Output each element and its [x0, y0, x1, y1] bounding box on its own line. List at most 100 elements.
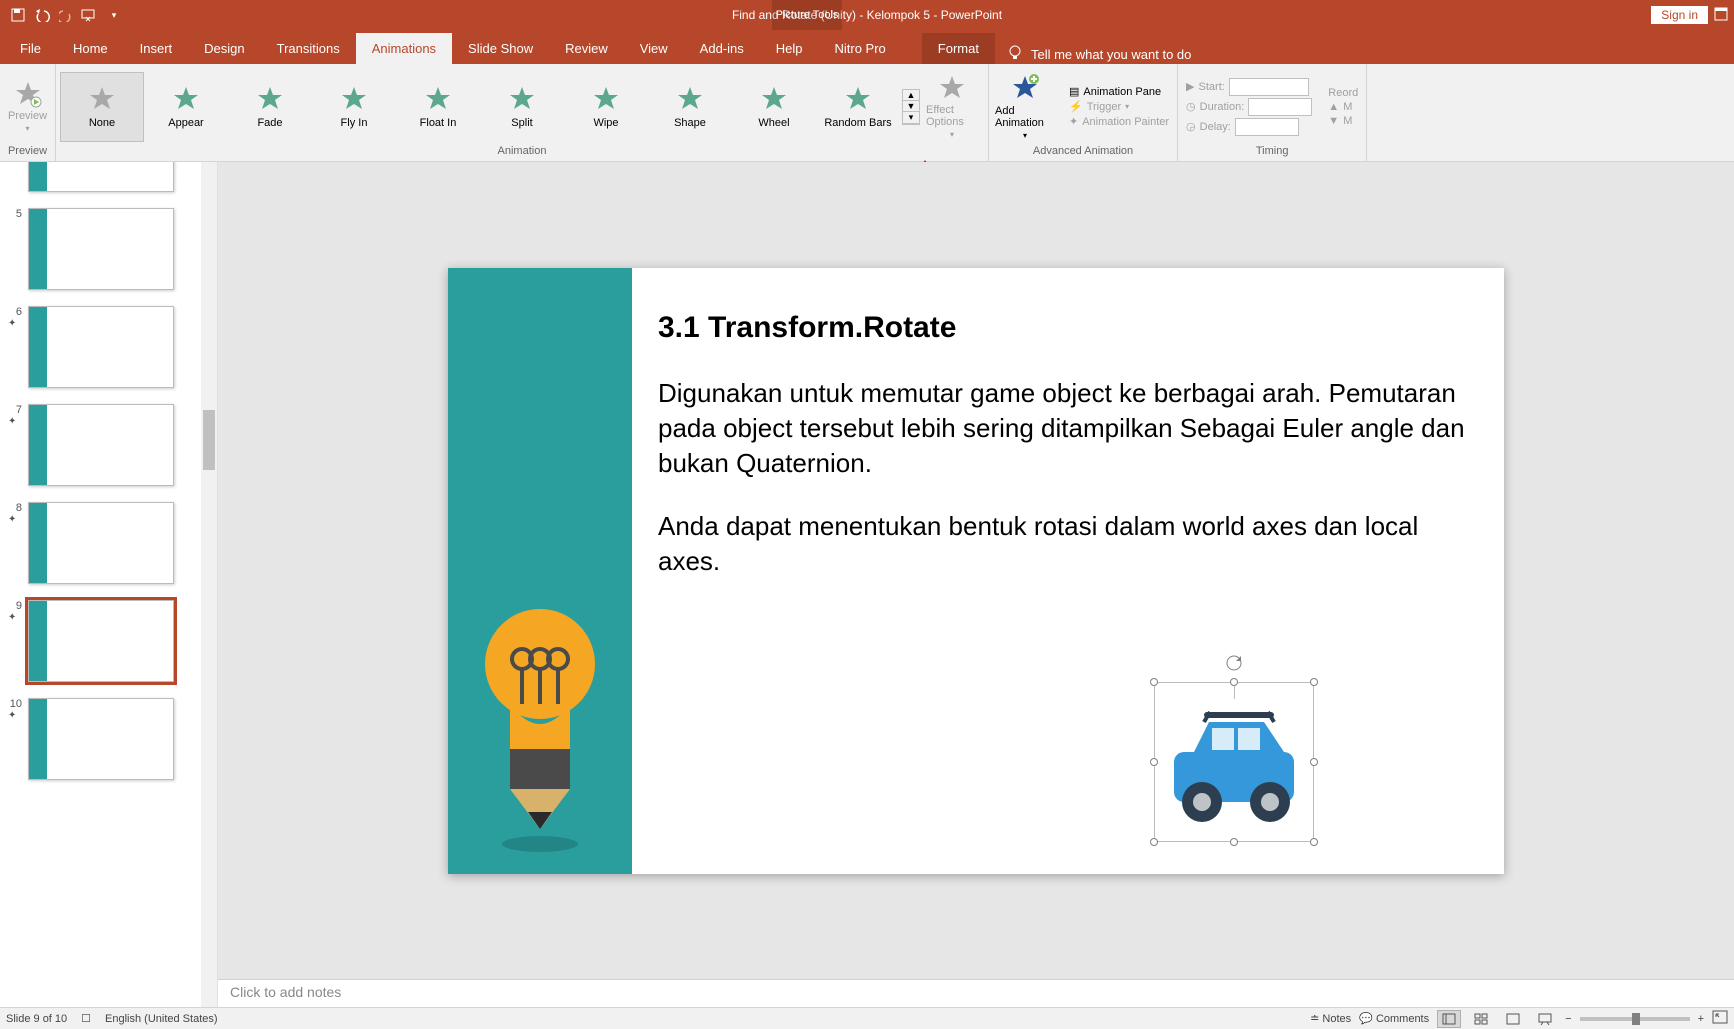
fit-to-window-button[interactable]: [1712, 1010, 1728, 1027]
slide-paragraph-2: Anda dapat menentukan bentuk rotasi dala…: [658, 509, 1484, 579]
tab-nitropro[interactable]: Nitro Pro: [819, 33, 902, 64]
start-play-icon: ▶: [1186, 80, 1194, 93]
tab-file[interactable]: File: [4, 33, 57, 64]
timing-duration-label: Duration:: [1200, 101, 1245, 113]
slide-heading: 3.1 Transform.Rotate: [658, 308, 1484, 349]
preview-group-label: Preview: [0, 145, 55, 159]
selected-car-image[interactable]: [1154, 682, 1314, 842]
animation-pane-button[interactable]: ▤ Animation Pane: [1069, 85, 1169, 98]
slide-paragraph-1: Digunakan untuk memutar game object ke b…: [658, 376, 1484, 481]
lightbulb-pencil-icon: [480, 594, 600, 854]
tab-slideshow[interactable]: Slide Show: [452, 33, 549, 64]
delay-clock-icon: ◶: [1186, 120, 1196, 133]
slide-editor: 3.1 Transform.Rotate Digunakan untuk mem…: [218, 162, 1734, 1007]
resize-handle[interactable]: [1310, 678, 1318, 686]
ribbon: Preview ▾ Preview None Appear Fade: [0, 64, 1734, 162]
resize-handle[interactable]: [1230, 678, 1238, 686]
qat-more-icon[interactable]: ▾: [104, 5, 124, 25]
animation-appear[interactable]: Appear: [144, 72, 228, 142]
painter-icon: ✦: [1069, 115, 1078, 128]
tab-transitions[interactable]: Transitions: [261, 33, 356, 64]
ribbon-tabs: File Home Insert Design Transitions Anim…: [0, 30, 1734, 64]
animation-wheel[interactable]: Wheel: [732, 72, 816, 142]
animation-flyin[interactable]: Fly In: [312, 72, 396, 142]
slide-thumbnails: 5 6✦ 7✦ 8✦ 9✦ 10✦: [0, 162, 218, 1007]
thumbnail-10[interactable]: 10✦: [0, 694, 217, 784]
resize-handle[interactable]: [1310, 838, 1318, 846]
tab-view[interactable]: View: [624, 33, 684, 64]
tell-me-label: Tell me what you want to do: [1031, 47, 1191, 62]
save-icon[interactable]: [8, 5, 28, 25]
tab-review[interactable]: Review: [549, 33, 624, 64]
animation-shape[interactable]: Shape: [648, 72, 732, 142]
tab-format[interactable]: Format: [922, 33, 995, 64]
slide-teal-panel: [448, 268, 632, 874]
slide-canvas[interactable]: 3.1 Transform.Rotate Digunakan untuk mem…: [448, 268, 1504, 874]
start-from-beginning-icon[interactable]: [80, 5, 100, 25]
undo-icon[interactable]: [32, 5, 52, 25]
resize-handle[interactable]: [1150, 838, 1158, 846]
tab-addins[interactable]: Add-ins: [684, 33, 760, 64]
comments-button[interactable]: 💬 Comments: [1359, 1012, 1429, 1025]
thumbnail-7[interactable]: 7✦: [0, 400, 217, 490]
move-down-icon: ▼: [1328, 115, 1339, 127]
resize-handle[interactable]: [1310, 758, 1318, 766]
notes-placeholder: Click to add notes: [230, 984, 341, 1000]
thumbnail-5[interactable]: 5: [0, 204, 217, 294]
animation-randombars[interactable]: Random Bars: [816, 72, 900, 142]
zoom-slider[interactable]: [1580, 1017, 1690, 1021]
gallery-more[interactable]: ▾: [903, 112, 919, 124]
thumbnail-8[interactable]: 8✦: [0, 498, 217, 588]
animation-painter-button: ✦ Animation Painter: [1069, 115, 1169, 128]
thumbnail-scrollbar[interactable]: [201, 162, 217, 1007]
view-reading-button[interactable]: [1501, 1010, 1525, 1028]
view-slideshow-button[interactable]: [1533, 1010, 1557, 1028]
animation-split[interactable]: Split: [480, 72, 564, 142]
animation-wipe[interactable]: Wipe: [564, 72, 648, 142]
reorder-label: Reord: [1328, 87, 1358, 99]
animation-none[interactable]: None: [60, 72, 144, 142]
title-bar: ▾ Find and Rotate (Unity) - Kelompok 5 -…: [0, 0, 1734, 30]
animation-fade[interactable]: Fade: [228, 72, 312, 142]
spell-check-icon[interactable]: ☐: [81, 1012, 91, 1025]
sign-in-button[interactable]: Sign in: [1651, 6, 1708, 24]
thumbnail-4-partial[interactable]: [0, 162, 217, 196]
resize-handle[interactable]: [1150, 678, 1158, 686]
timing-duration-input: [1248, 98, 1312, 116]
status-bar: Slide 9 of 10 ☐ English (United States) …: [0, 1007, 1734, 1029]
tab-insert[interactable]: Insert: [124, 33, 189, 64]
preview-label: Preview: [8, 110, 47, 122]
tab-help[interactable]: Help: [760, 33, 819, 64]
gallery-scroll: ▲ ▼ ▾: [902, 89, 920, 125]
animation-floatin[interactable]: Float In: [396, 72, 480, 142]
zoom-in-button[interactable]: +: [1698, 1013, 1704, 1025]
resize-handle[interactable]: [1150, 758, 1158, 766]
notes-button[interactable]: ≐ Notes: [1310, 1012, 1351, 1025]
zoom-out-button[interactable]: −: [1565, 1013, 1571, 1025]
trigger-icon: ⚡: [1069, 100, 1083, 113]
gallery-scroll-up[interactable]: ▲: [903, 90, 919, 101]
notes-pane[interactable]: Click to add notes: [218, 979, 1734, 1007]
preview-button[interactable]: Preview ▾: [0, 76, 55, 137]
animation-group-label: Animation: [56, 145, 988, 159]
tell-me-search[interactable]: Tell me what you want to do: [995, 45, 1203, 64]
tab-design[interactable]: Design: [188, 33, 260, 64]
duration-clock-icon: ◷: [1186, 100, 1196, 113]
context-tool-label: Picture Tools: [772, 0, 842, 30]
add-animation-button[interactable]: Add Animation ▾: [989, 69, 1061, 144]
move-up-icon: ▲: [1328, 101, 1339, 113]
selection-box: [1154, 682, 1314, 842]
view-sorter-button[interactable]: [1469, 1010, 1493, 1028]
thumbnail-9[interactable]: 9✦: [0, 596, 217, 686]
resize-handle[interactable]: [1230, 838, 1238, 846]
gallery-scroll-down[interactable]: ▼: [903, 101, 919, 112]
view-normal-button[interactable]: [1437, 1010, 1461, 1028]
thumbnail-6[interactable]: 6✦: [0, 302, 217, 392]
ribbon-display-icon[interactable]: [1714, 7, 1728, 24]
redo-icon: [56, 5, 76, 25]
tab-home[interactable]: Home: [57, 33, 124, 64]
status-language[interactable]: English (United States): [105, 1013, 218, 1025]
tab-animations[interactable]: Animations: [356, 33, 452, 64]
effect-options-button: Effect Options ▾: [920, 70, 984, 143]
timing-delay-label: Delay:: [1200, 121, 1231, 133]
